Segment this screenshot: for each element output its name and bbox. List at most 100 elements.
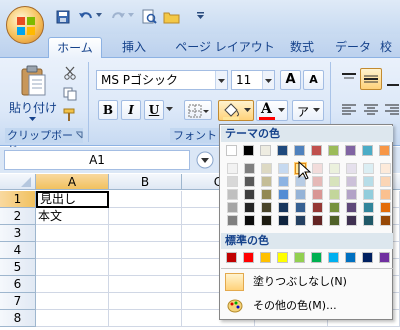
theme-color-swatch[interactable]	[345, 145, 356, 156]
office-button[interactable]	[6, 6, 44, 44]
column-header-a[interactable]: A	[36, 174, 109, 190]
row-header-1[interactable]: 1	[0, 191, 36, 208]
print-preview-icon[interactable]	[141, 9, 157, 25]
grid-cell[interactable]	[36, 225, 109, 242]
underline-dropdown-icon[interactable]	[166, 107, 174, 113]
theme-color-swatch[interactable]	[362, 145, 373, 156]
grid-cell[interactable]	[36, 310, 109, 327]
theme-shade-swatch[interactable]	[261, 202, 272, 213]
borders-button[interactable]	[184, 100, 212, 120]
grid-cell[interactable]	[36, 242, 109, 259]
theme-shade-swatch[interactable]	[346, 215, 357, 226]
theme-shade-swatch[interactable]	[329, 202, 340, 213]
tab-review[interactable]: 校	[380, 37, 400, 58]
shrink-font-button[interactable]: A	[303, 70, 324, 90]
font-color-button[interactable]: A	[256, 100, 288, 121]
theme-shade-swatch[interactable]	[380, 163, 391, 174]
copy-icon[interactable]	[63, 87, 77, 101]
theme-color-swatch[interactable]	[328, 145, 339, 156]
standard-color-swatch[interactable]	[260, 252, 271, 263]
row-header-4[interactable]: 4	[0, 242, 36, 259]
format-painter-icon[interactable]	[63, 108, 77, 122]
redo-dropdown-icon[interactable]	[128, 13, 135, 19]
tab-page-layout[interactable]: ページ レイアウト	[166, 37, 284, 58]
theme-color-swatch[interactable]	[226, 145, 237, 156]
theme-shade-swatch[interactable]	[312, 176, 323, 187]
grid-cell[interactable]	[109, 310, 182, 327]
grid-cell[interactable]	[36, 276, 109, 293]
theme-shade-swatch[interactable]	[363, 163, 374, 174]
grid-cell[interactable]	[109, 242, 182, 259]
theme-shade-swatch[interactable]	[329, 189, 340, 200]
cut-icon[interactable]	[63, 66, 77, 80]
theme-shade-swatch[interactable]	[261, 176, 272, 187]
theme-color-swatch[interactable]	[311, 145, 322, 156]
name-box[interactable]: A1	[4, 150, 190, 170]
theme-shade-swatch[interactable]	[244, 202, 255, 213]
standard-color-swatch[interactable]	[294, 252, 305, 263]
theme-shade-swatch[interactable]	[261, 189, 272, 200]
tab-home[interactable]: ホーム	[48, 37, 102, 59]
theme-color-swatch[interactable]	[277, 145, 288, 156]
theme-shade-swatch[interactable]	[363, 215, 374, 226]
theme-shade-swatch[interactable]	[346, 189, 357, 200]
standard-color-swatch[interactable]	[328, 252, 339, 263]
theme-shade-swatch[interactable]	[227, 189, 238, 200]
undo-dropdown-icon[interactable]	[96, 13, 103, 19]
theme-color-swatch[interactable]	[379, 145, 390, 156]
select-all-corner[interactable]	[0, 174, 36, 190]
theme-shade-swatch[interactable]	[227, 215, 238, 226]
row-header-7[interactable]: 7	[0, 293, 36, 310]
theme-shade-swatch[interactable]	[363, 176, 374, 187]
theme-color-swatch[interactable]	[260, 145, 271, 156]
font-size-combo[interactable]: 11	[231, 70, 275, 90]
tab-formulas[interactable]: 数式	[280, 37, 324, 58]
dialog-launcher-icon[interactable]	[75, 131, 83, 139]
theme-shade-swatch[interactable]	[295, 215, 306, 226]
grid-cell[interactable]	[109, 293, 182, 310]
no-fill-item[interactable]: 塗りつぶしなし(N)	[221, 271, 393, 293]
bold-button[interactable]: B	[98, 100, 118, 120]
standard-color-swatch[interactable]	[277, 252, 288, 263]
standard-color-swatch[interactable]	[226, 252, 237, 263]
name-box-dropdown-icon[interactable]	[196, 151, 214, 169]
paste-button[interactable]: 貼り付け	[9, 62, 57, 124]
theme-shade-swatch[interactable]	[329, 176, 340, 187]
theme-color-swatch[interactable]	[294, 145, 305, 156]
theme-shade-swatch[interactable]	[278, 215, 289, 226]
theme-shade-swatch[interactable]	[295, 189, 306, 200]
row-header-5[interactable]: 5	[0, 259, 36, 276]
theme-shade-swatch[interactable]	[346, 163, 357, 174]
standard-color-swatch[interactable]	[311, 252, 322, 263]
grid-cell[interactable]	[109, 208, 182, 225]
undo-icon[interactable]	[78, 10, 94, 24]
theme-shade-swatch[interactable]	[312, 202, 323, 213]
theme-shade-swatch[interactable]	[312, 215, 323, 226]
cell-a2[interactable]: 本文	[36, 208, 109, 225]
grid-cell[interactable]	[36, 259, 109, 276]
theme-shade-swatch[interactable]	[363, 189, 374, 200]
theme-shade-swatch[interactable]	[227, 163, 238, 174]
theme-shade-swatch[interactable]	[244, 163, 255, 174]
tab-data[interactable]: データ	[330, 37, 376, 58]
standard-color-swatch[interactable]	[379, 252, 390, 263]
theme-shade-swatch[interactable]	[227, 202, 238, 213]
redo-icon[interactable]	[110, 10, 126, 24]
theme-shade-swatch[interactable]	[244, 215, 255, 226]
theme-shade-swatch[interactable]	[244, 189, 255, 200]
row-header-3[interactable]: 3	[0, 225, 36, 242]
customize-dropdown-icon[interactable]	[196, 11, 205, 21]
theme-shade-swatch[interactable]	[346, 176, 357, 187]
theme-shade-swatch[interactable]	[244, 176, 255, 187]
align-bottom-button[interactable]	[384, 68, 400, 90]
theme-shade-swatch[interactable]	[278, 176, 289, 187]
grid-cell[interactable]	[109, 191, 182, 208]
theme-shade-swatch[interactable]	[380, 189, 391, 200]
fill-color-button[interactable]	[218, 100, 254, 121]
align-top-button[interactable]	[338, 68, 358, 90]
standard-color-swatch[interactable]	[362, 252, 373, 263]
standard-color-swatch[interactable]	[345, 252, 356, 263]
theme-shade-swatch[interactable]	[346, 202, 357, 213]
theme-shade-swatch[interactable]	[380, 176, 391, 187]
theme-shade-swatch[interactable]	[380, 202, 391, 213]
